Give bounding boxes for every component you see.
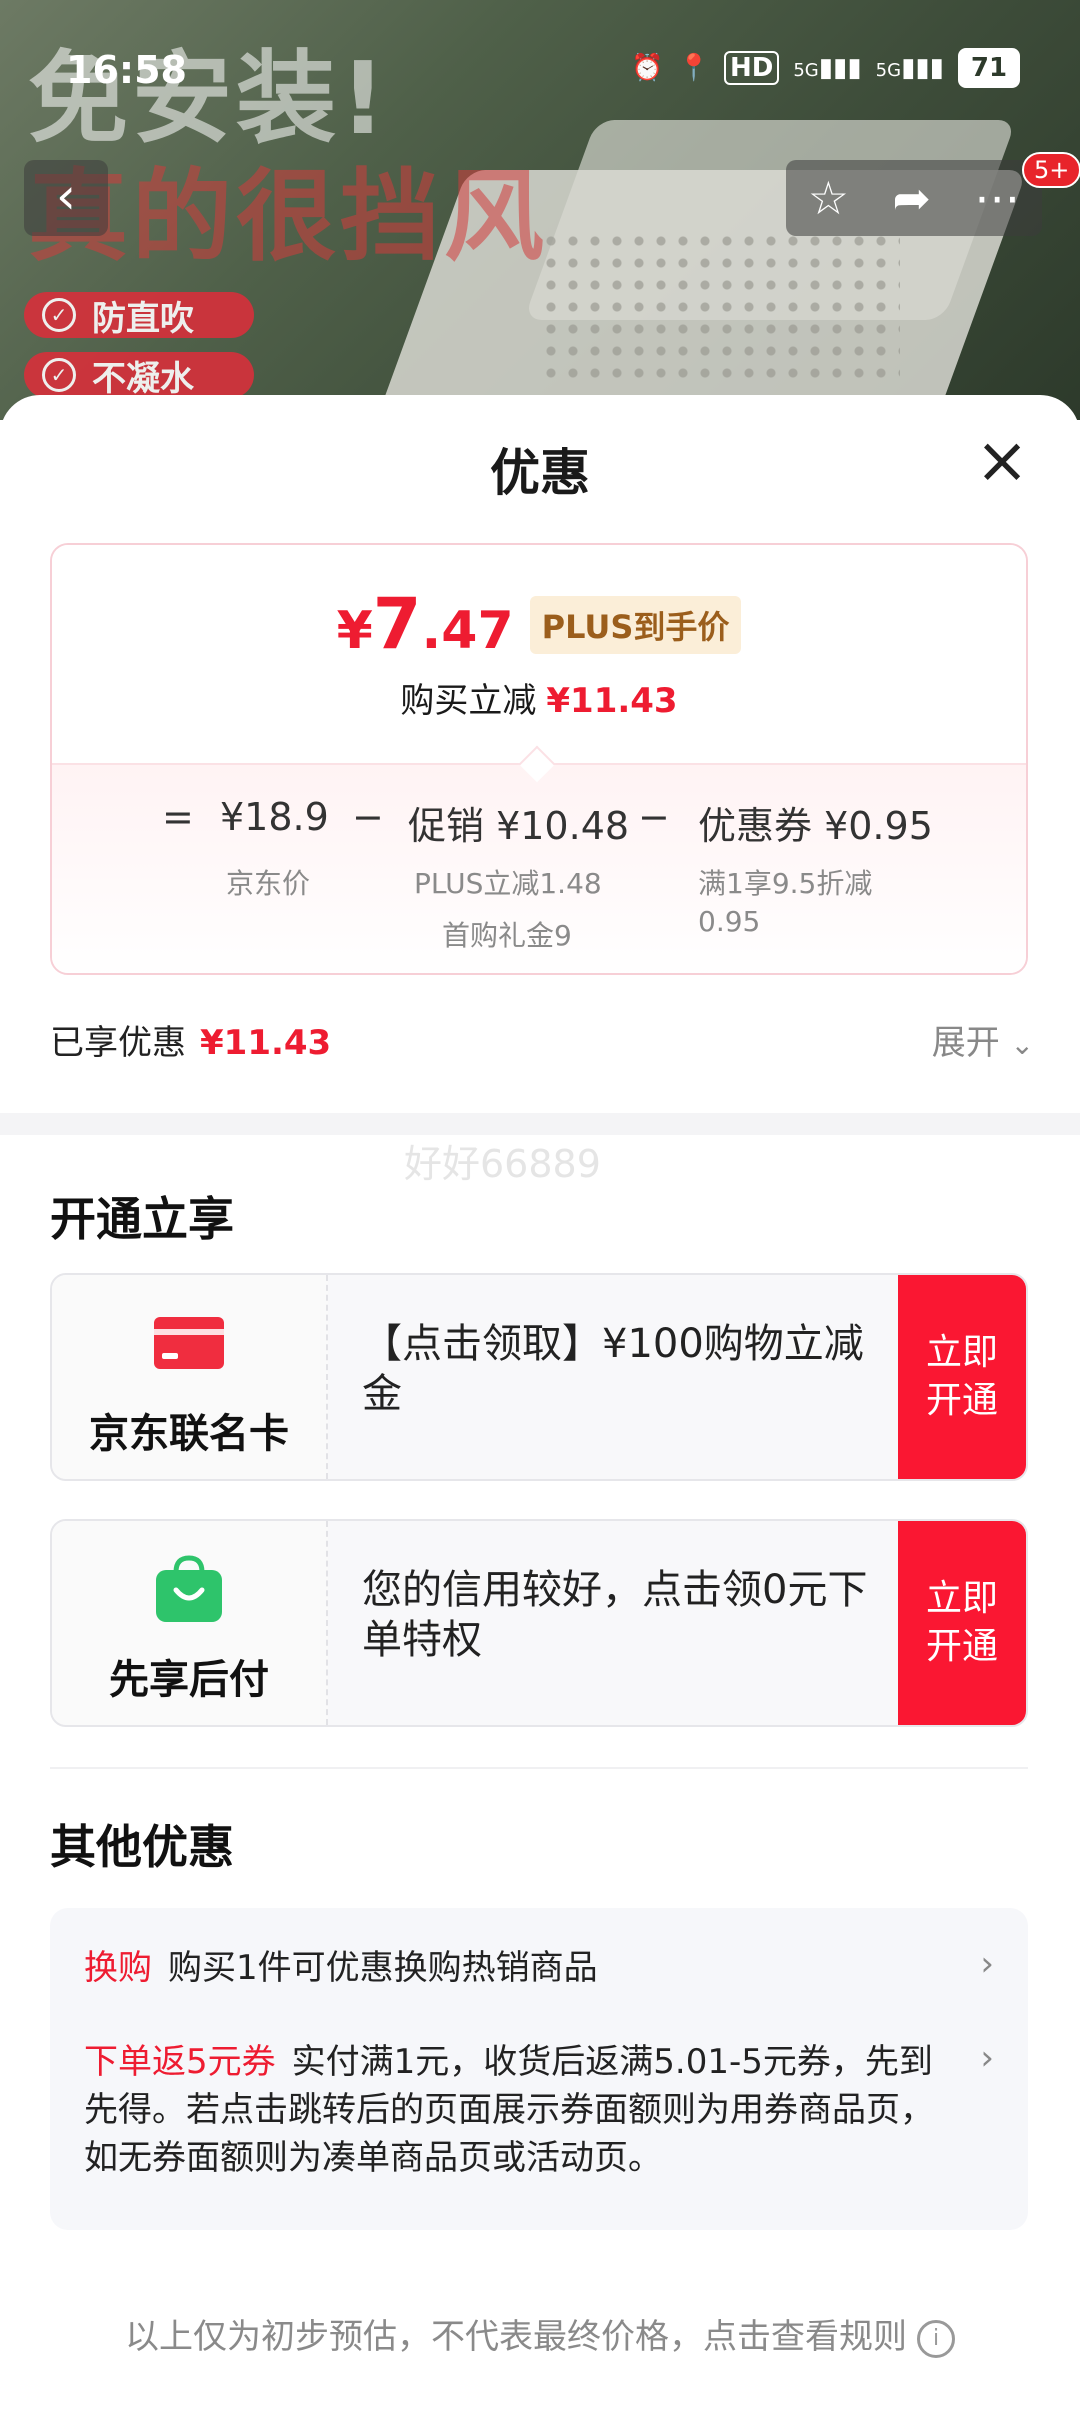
promo-detail-2: 首购礼金9 — [442, 919, 572, 952]
rules-note[interactable]: 以上仅为初步预估，不代表最终价格，点击查看规则 i — [0, 2309, 1080, 2358]
alarm-icon: ⏰ — [631, 53, 664, 83]
sheet-title: 优惠 — [490, 444, 590, 502]
jd-cobrand-card-offer[interactable]: 京东联名卡 【点击领取】¥100购物立减金 立即 开通 — [50, 1273, 1028, 1481]
banner-tags: ✓ 防直吹 ✓ 不凝水 — [24, 292, 254, 412]
jd-price: ¥18.9 — [220, 795, 329, 839]
final-price-area: ¥7.47 PLUS到手价 购买立减 ¥11.43 — [52, 545, 1026, 763]
status-bar: 16:58 ⏰ 📍 HD 5G▮▮▮ 5G▮▮▮ 71 — [0, 0, 1080, 140]
product-image-texture — [540, 230, 900, 380]
open-section-title: 开通立享 — [50, 1192, 234, 1246]
save-value: ¥11.43 — [546, 681, 678, 721]
price-summary-card: ¥7.47 PLUS到手价 购买立减 ¥11.43 = ¥18.9 − 促销 ¥1… — [50, 543, 1028, 975]
expand-label: 展开 — [931, 1023, 1000, 1063]
enjoyed-value: ¥11.43 — [200, 1023, 332, 1063]
check-icon: ✓ — [42, 358, 76, 392]
back-button[interactable]: ‹ — [24, 160, 108, 236]
offer-text: 购买1件可优惠换购热销商品 — [168, 1948, 598, 1988]
final-price-line: ¥7.47 PLUS到手价 — [52, 583, 1026, 665]
other-section-title: 其他优惠 — [50, 1820, 234, 1874]
rules-note-text: 以上仅为初步预估，不代表最终价格，点击查看规则 — [125, 2317, 907, 2357]
trade-in-offer[interactable]: 换购 购买1件可优惠换购热销商品 — [84, 1944, 944, 1992]
open-now-line: 开通 — [925, 1626, 998, 1667]
offer-brand: 京东联名卡 — [52, 1275, 328, 1479]
open-now-button[interactable]: 立即 开通 — [898, 1275, 1026, 1479]
divider — [50, 1767, 1028, 1769]
battery-icon: 71 — [958, 48, 1020, 88]
star-icon[interactable]: ☆ — [808, 171, 849, 225]
banner-tag: ✓ 不凝水 — [24, 352, 254, 399]
minus-sign: − — [352, 795, 384, 839]
enjoyed-discount: 已享优惠 ¥11.43 — [50, 1015, 331, 1064]
open-now-line: 立即 — [925, 1578, 998, 1619]
save-label: 购买立减 — [400, 681, 537, 721]
equals-sign: = — [162, 795, 194, 839]
enjoyed-label: 已享优惠 — [50, 1023, 186, 1063]
currency-symbol: ¥ — [336, 601, 373, 661]
price-decimal: .47 — [421, 601, 514, 661]
chevron-right-icon[interactable]: › — [980, 2038, 994, 2078]
net-label: 5G — [793, 60, 819, 81]
banner-tag: ✓ 防直吹 — [24, 292, 254, 339]
credit-card-icon — [154, 1317, 224, 1369]
more-icon[interactable]: ⋯ — [974, 171, 1020, 225]
open-now-label: 立即 开通 — [926, 1329, 998, 1425]
offer-name: 京东联名卡 — [89, 1411, 289, 1457]
open-now-line: 立即 — [925, 1332, 998, 1373]
offer-brand: 先享后付 — [52, 1521, 328, 1725]
location-icon: 📍 — [677, 53, 710, 83]
other-offers-list: 换购 购买1件可优惠换购热销商品 › 下单返5元券 实付满1元，收货后返满5.01-… — [50, 1908, 1028, 2230]
offer-name: 先享后付 — [109, 1657, 269, 1703]
chevron-right-icon[interactable]: › — [980, 1944, 994, 1984]
final-price: ¥7.47 — [337, 583, 514, 665]
top-actions: ☆ ➦ ⋯ — [786, 160, 1042, 236]
offer-tag: 换购 — [84, 1948, 152, 1988]
promo-amount: 促销 ¥10.48 — [408, 804, 630, 848]
jd-price-label: 京东价 — [226, 867, 311, 900]
close-icon: × — [975, 424, 1029, 498]
status-time: 16:58 — [66, 48, 187, 92]
offer-description: 【点击领取】¥100购物立减金 — [362, 1321, 864, 1417]
discount-sheet: 优惠 × ¥7.47 PLUS到手价 购买立减 ¥11.43 = ¥18.9 − … — [0, 395, 1080, 2412]
coupon-return-offer[interactable]: 下单返5元券 实付满1元，收货后返满5.01-5元券，先到先得。若点击跳转后的页面… — [84, 2038, 944, 2182]
price-breakdown: = ¥18.9 − 促销 ¥10.48 − 优惠券 ¥0.95 京东价 PLUS… — [52, 745, 1026, 973]
plus-price-tag: PLUS到手价 — [529, 596, 742, 654]
status-icons: ⏰ 📍 HD 5G▮▮▮ 5G▮▮▮ 71 — [631, 48, 1020, 88]
signal-5g-icon: 5G▮▮▮ — [875, 53, 944, 83]
check-icon: ✓ — [42, 298, 76, 332]
open-now-button[interactable]: 立即 开通 — [898, 1521, 1026, 1725]
watermark: 好好66889 — [404, 1142, 601, 1186]
banner-tag-label: 防直吹 — [92, 298, 194, 339]
chevron-down-icon: ⌄ — [1010, 1028, 1034, 1061]
info-icon: i — [917, 2319, 955, 2358]
chevron-left-icon: ‹ — [56, 167, 76, 225]
shopping-bag-icon — [156, 1555, 222, 1622]
net-label: 5G — [875, 60, 902, 81]
banner-tag-label: 不凝水 — [92, 358, 194, 399]
offer-description: 您的信用较好，点击领0元下单特权 — [362, 1567, 868, 1663]
promo-detail-1: PLUS立减1.48 — [414, 867, 602, 900]
open-now-line: 开通 — [925, 1380, 998, 1421]
close-button[interactable]: × — [974, 429, 1030, 493]
hd-icon: HD — [723, 51, 780, 85]
pay-later-offer[interactable]: 先享后付 您的信用较好，点击领0元下单特权 立即 开通 — [50, 1519, 1028, 1727]
coupon-amount: 优惠券 ¥0.95 — [698, 804, 933, 848]
section-separator — [0, 1113, 1080, 1135]
price-integer: 7 — [372, 583, 422, 665]
coupon-detail-2: 0.95 — [698, 905, 761, 938]
minus-sign: − — [638, 795, 670, 839]
share-icon[interactable]: ➦ — [892, 171, 931, 225]
open-now-label: 立即 开通 — [926, 1575, 998, 1671]
instant-save-line: 购买立减 ¥11.43 — [52, 673, 1026, 722]
message-badge: 5+ — [1022, 152, 1080, 188]
offer-tag: 下单返5元券 — [84, 2042, 276, 2082]
expand-button[interactable]: 展开 ⌄ — [932, 1015, 1034, 1064]
signal-5g-icon: 5G▮▮▮ — [793, 53, 862, 83]
